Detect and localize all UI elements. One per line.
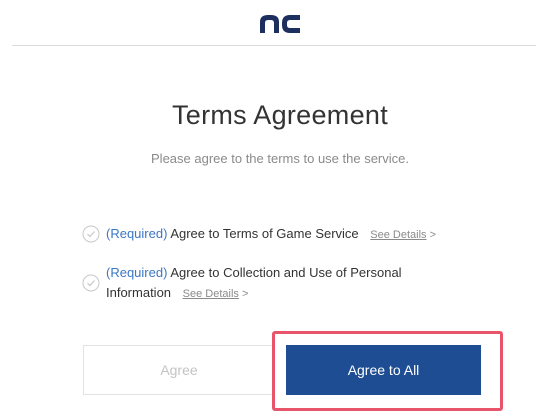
highlight-box <box>272 331 503 411</box>
terms-text: (Required) Agree to Terms of Game Servic… <box>106 224 466 245</box>
header <box>0 0 560 46</box>
chevron-right-icon: > <box>429 229 436 241</box>
required-label: (Required) <box>106 226 168 241</box>
checkbox-check-icon[interactable] <box>82 274 100 292</box>
page-subtitle: Please agree to the terms to use the ser… <box>151 151 409 166</box>
required-label: (Required) <box>106 265 168 280</box>
chevron-right-icon: > <box>241 288 249 300</box>
page-title: Terms Agreement <box>171 100 389 130</box>
terms-text: (Required) Agree to Collection and Use o… <box>106 263 436 304</box>
nc-logo <box>260 15 300 33</box>
see-details-link[interactable]: See Details <box>183 288 239 300</box>
agree-button[interactable]: Agree <box>83 345 275 395</box>
terms-label: Agree to Terms of Game Service <box>170 226 359 241</box>
header-divider <box>12 45 536 46</box>
see-details-link[interactable]: See Details <box>370 229 426 241</box>
checkbox-check-icon[interactable] <box>82 225 100 243</box>
